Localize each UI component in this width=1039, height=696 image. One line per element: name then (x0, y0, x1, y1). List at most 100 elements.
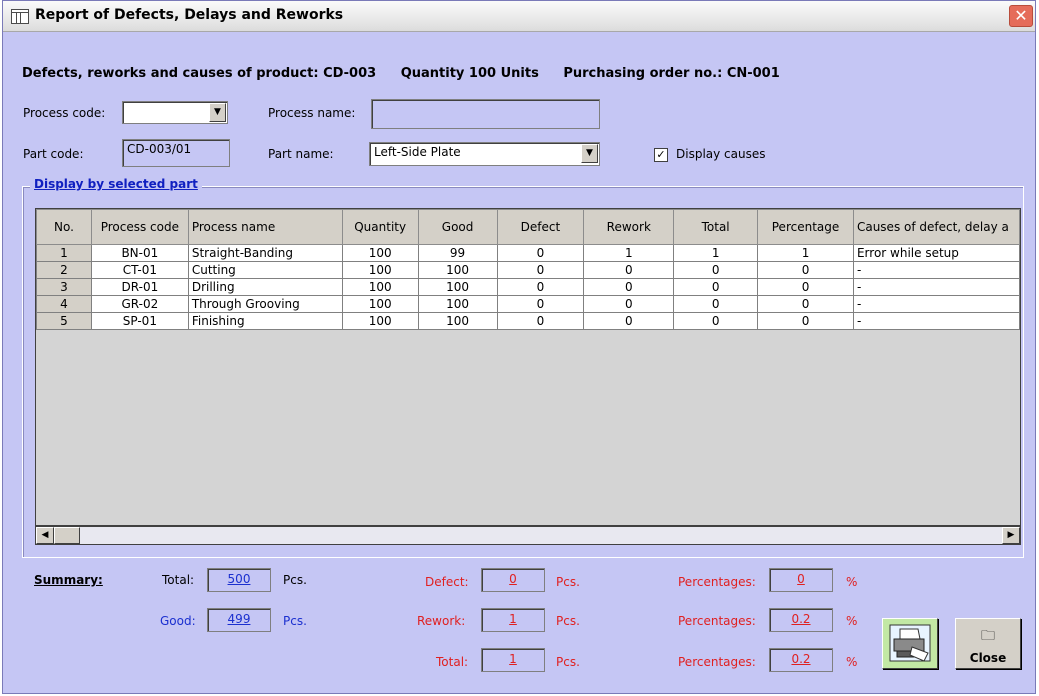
cell: Finishing (187, 312, 343, 330)
process-grid[interactable]: No. Process code Process name Quantity G… (35, 208, 1021, 526)
cell: 0 (673, 261, 759, 279)
scroll-right-icon[interactable]: ▶ (1002, 527, 1020, 544)
cell: 2 (36, 261, 92, 279)
total-unit: Pcs. (283, 573, 307, 587)
process-name-field (371, 99, 600, 129)
table-row[interactable]: 2 CT-01 Cutting 100 100 0 0 0 0 - (36, 261, 1020, 279)
col-header[interactable]: Rework (583, 209, 675, 245)
cell: 100 (417, 278, 498, 296)
horizontal-scrollbar[interactable]: ◀ ▶ (35, 526, 1021, 545)
process-table: No. Process code Process name Quantity G… (36, 209, 1020, 330)
part-code-label: Part code: (23, 147, 84, 161)
cell: SP-01 (90, 312, 189, 330)
cell: Through Grooving (187, 295, 343, 313)
cell: - (852, 312, 1020, 330)
defect-label: Defect: (425, 575, 469, 589)
dropdown-arrow-icon[interactable]: ▼ (581, 144, 598, 163)
col-header[interactable]: No. (36, 209, 92, 245)
cell: GR-02 (90, 295, 189, 313)
col-header[interactable]: Total (673, 209, 759, 245)
cell: 0 (757, 295, 854, 313)
table-row[interactable]: 1 BN-01 Straight-Banding 100 99 0 1 1 1 … (36, 244, 1020, 262)
cell: - (852, 261, 1020, 279)
percentage-unit: % (846, 655, 858, 669)
col-header[interactable]: Process name (187, 209, 343, 245)
report-heading: Defects, reworks and causes of product: … (22, 66, 800, 81)
total-label: Total: (162, 573, 195, 587)
scroll-thumb[interactable] (54, 527, 80, 544)
cell: 0 (757, 278, 854, 296)
cell: 1 (673, 244, 759, 262)
defect-value: 0 (481, 568, 545, 592)
cell: 0 (496, 295, 585, 313)
summary-label: Summary: (34, 573, 103, 587)
cell: 0 (583, 261, 675, 279)
cell: 0 (673, 295, 759, 313)
display-causes-checkbox[interactable]: ✓ (654, 148, 668, 162)
good-value: 499 (207, 608, 271, 632)
cell: 99 (417, 244, 498, 262)
window-close-button[interactable]: ✕ (1009, 5, 1033, 27)
cell: 0 (496, 261, 585, 279)
close-button-label: Close (969, 651, 1007, 665)
percentage-unit: % (846, 614, 858, 628)
process-code-select[interactable]: ▼ (122, 101, 228, 124)
cell: 5 (36, 312, 92, 330)
title-bar: Report of Defects, Delays and Reworks ✕ (3, 1, 1035, 32)
cell: CT-01 (90, 261, 189, 279)
rework-label: Rework: (417, 614, 466, 628)
cell: 0 (496, 278, 585, 296)
cell: 100 (341, 244, 419, 262)
display-causes-label[interactable]: Display causes (676, 147, 766, 161)
total-value: 500 (207, 568, 271, 592)
window-title: Report of Defects, Delays and Reworks (35, 7, 344, 23)
rework-value: 1 (481, 608, 545, 632)
col-header[interactable]: Quantity (341, 209, 419, 245)
product-heading: Defects, reworks and causes of product: … (22, 66, 377, 81)
defect-unit: Pcs. (556, 575, 580, 589)
dropdown-arrow-icon[interactable]: ▼ (209, 103, 226, 122)
cell: 0 (673, 312, 759, 330)
col-header[interactable]: Defect (496, 209, 585, 245)
table-row[interactable]: 4 GR-02 Through Grooving 100 100 0 0 0 0… (36, 295, 1020, 313)
cell: 0 (496, 244, 585, 262)
cell: 0 (583, 295, 675, 313)
percentage-value: 0 (769, 568, 833, 592)
cell: 0 (757, 261, 854, 279)
cell: Cutting (187, 261, 343, 279)
col-header[interactable]: Process code (90, 209, 189, 245)
scroll-left-icon[interactable]: ◀ (36, 527, 54, 544)
total-defect-unit: Pcs. (556, 655, 580, 669)
cell: 4 (36, 295, 92, 313)
percentage-value: 0.2 (769, 648, 833, 672)
cell: Straight-Banding (187, 244, 343, 262)
close-button[interactable]: 🗀 Close (955, 618, 1021, 669)
cell: 0 (673, 278, 759, 296)
cell: 0 (583, 278, 675, 296)
col-header[interactable]: Causes of defect, delay a (852, 209, 1020, 245)
cell: 100 (417, 261, 498, 279)
cell: 100 (417, 295, 498, 313)
cell: 1 (36, 244, 92, 262)
window-icon (11, 9, 29, 24)
col-header[interactable]: Good (417, 209, 498, 245)
cell: 100 (341, 312, 419, 330)
table-row[interactable]: 3 DR-01 Drilling 100 100 0 0 0 0 - (36, 278, 1020, 296)
good-label: Good: (160, 614, 196, 628)
cell: 0 (757, 312, 854, 330)
cell: DR-01 (90, 278, 189, 296)
group-title[interactable]: Display by selected part (30, 177, 202, 191)
print-button[interactable] (882, 618, 938, 669)
col-header[interactable]: Percentage (757, 209, 854, 245)
part-name-value: Left-Side Plate (374, 145, 461, 159)
table-row[interactable]: 5 SP-01 Finishing 100 100 0 0 0 0 - (36, 312, 1020, 330)
rework-unit: Pcs. (556, 614, 580, 628)
part-code-field: CD-003/01 (122, 139, 230, 167)
process-code-label: Process code: (23, 106, 106, 120)
percentage-unit: % (846, 575, 858, 589)
cell: Drilling (187, 278, 343, 296)
total-defect-value: 1 (481, 648, 545, 672)
printer-icon (889, 624, 931, 662)
part-name-select[interactable]: Left-Side Plate ▼ (369, 142, 600, 166)
percentage-label: Percentages: (678, 614, 756, 628)
